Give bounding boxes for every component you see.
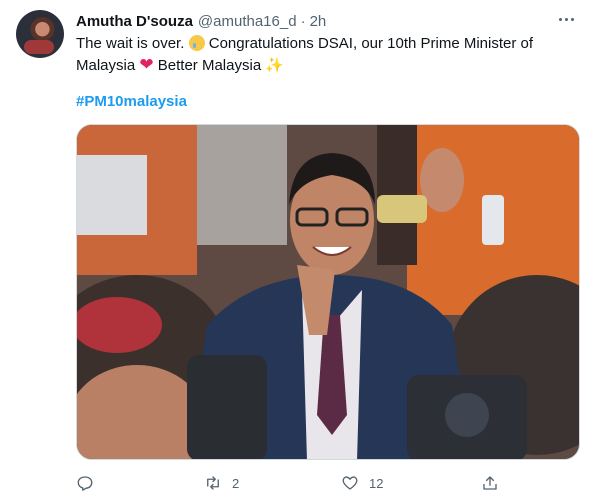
tweet-text-part: Malaysia <box>76 57 136 74</box>
more-dot <box>570 17 574 21</box>
avatar[interactable] <box>16 10 64 58</box>
retweet-icon <box>207 476 219 490</box>
like-button[interactable]: 12 <box>341 472 383 494</box>
reply-icon <box>77 476 93 491</box>
more-dot <box>564 17 568 21</box>
user-handle[interactable]: @amutha16_d <box>198 13 297 30</box>
share-icon <box>483 476 497 490</box>
more-dot <box>558 17 562 21</box>
red-heart-icon: ❤ <box>139 55 154 74</box>
like-icon <box>342 476 358 490</box>
tweet-text-part: The wait is over. <box>76 35 185 52</box>
share-button[interactable] <box>481 472 499 494</box>
tweet-line-1: The wait is over. Congratulations DSAI, … <box>76 33 571 54</box>
dizzy-sparkle-icon: ✨ <box>265 57 285 74</box>
retweet-button[interactable]: 2 <box>204 472 239 494</box>
camera-left <box>187 355 267 459</box>
tweet-photo[interactable] <box>76 124 580 460</box>
display-name[interactable]: Amutha D'souza <box>76 13 193 30</box>
like-count: 12 <box>369 475 384 491</box>
tweet-line-2: Malaysia ❤ Better Malaysia ✨ <box>76 54 571 76</box>
tweet-header: Amutha D'souza @amutha16_d · 2h <box>76 11 576 31</box>
tweet-text: The wait is over. Congratulations DSAI, … <box>76 33 571 76</box>
reply-button[interactable] <box>76 472 104 494</box>
retweet-count: 2 <box>232 475 240 491</box>
doorway <box>197 125 287 245</box>
tweet-text-part: Congratulations DSAI, our 10th Prime Min… <box>208 35 534 52</box>
avatar-scarf <box>24 40 54 54</box>
camera-lens <box>445 393 489 437</box>
phone-case <box>377 195 427 223</box>
tweet-actions: 2 12 <box>76 472 506 494</box>
sign-board <box>77 155 147 235</box>
tweet-card[interactable]: Amutha D'souza @amutha16_d · 2h The wait… <box>0 0 596 504</box>
hashtag-link[interactable]: #PM10malaysia <box>76 93 187 110</box>
separator-dot: · <box>300 12 306 30</box>
more-options-icon[interactable] <box>552 8 580 30</box>
phone-raised <box>482 195 504 245</box>
photo-illustration <box>77 125 579 459</box>
smiling-face-with-tear-icon <box>188 35 205 51</box>
timestamp[interactable]: 2h <box>310 13 327 30</box>
tweet-text-part: Better Malaysia <box>157 57 262 74</box>
